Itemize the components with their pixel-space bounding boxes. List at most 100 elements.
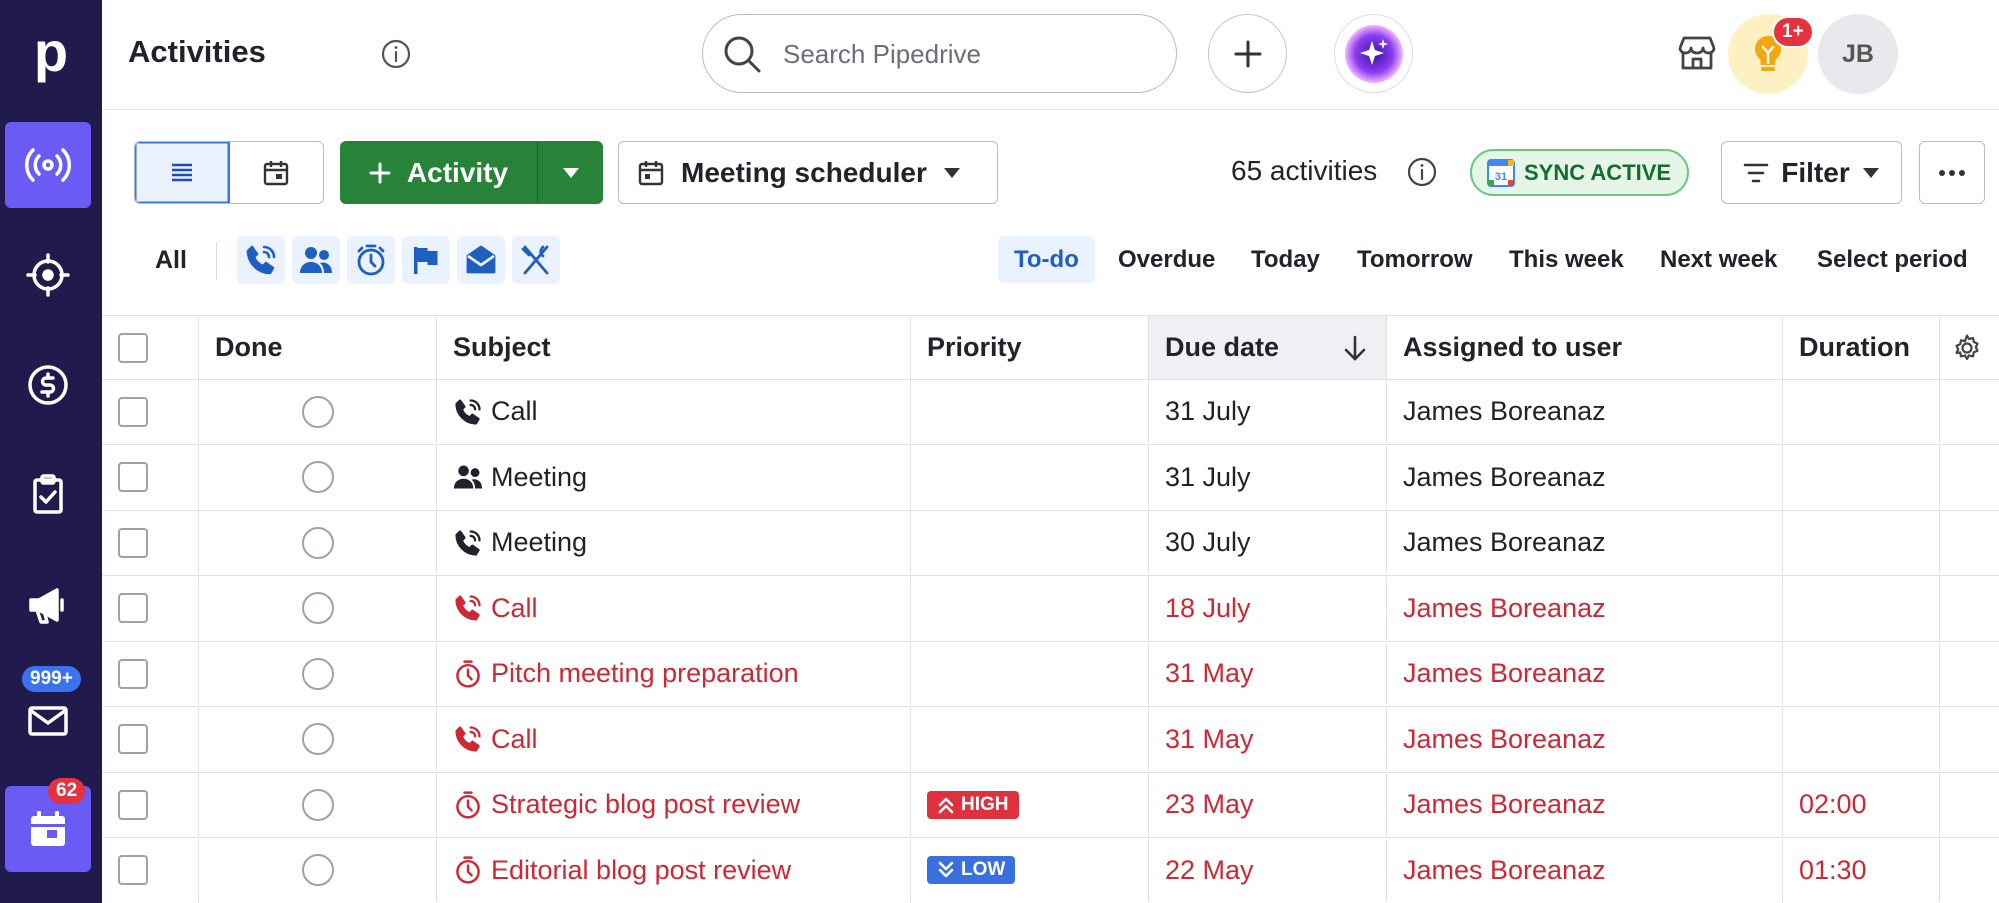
priority-cell — [911, 380, 1149, 443]
sidebar-item-campaigns[interactable] — [5, 562, 91, 648]
table-header: Done Subject Priority Due date Assigned … — [102, 315, 1999, 380]
sidebar-item-leads[interactable] — [5, 122, 91, 208]
type-filter-meeting[interactable] — [292, 236, 340, 284]
activities-badge: 62 — [48, 778, 86, 804]
row-select-cell — [102, 445, 199, 509]
table-row[interactable]: Meeting 30 July James Boreanaz — [102, 511, 1999, 576]
sync-status-badge[interactable]: 31 SYNC ACTIVE — [1470, 149, 1689, 196]
table-row[interactable]: Call 31 July James Boreanaz — [102, 380, 1999, 445]
column-settings[interactable] — [1940, 316, 1999, 379]
meeting-icon — [300, 247, 332, 273]
mark-done-toggle[interactable] — [301, 526, 334, 559]
done-cell — [199, 576, 437, 640]
search-input[interactable] — [783, 33, 1153, 75]
pipedrive-logo[interactable]: p — [26, 24, 76, 80]
period-filter-tomorrow[interactable]: Tomorrow — [1341, 236, 1489, 283]
empty-cell — [1940, 380, 1999, 443]
arrow-down-icon — [1344, 335, 1366, 361]
table-row[interactable]: Editorial blog post review LOW 22 May James… — [102, 838, 1999, 903]
mark-done-toggle[interactable] — [301, 461, 334, 493]
subject-link[interactable]: Meeting — [491, 527, 587, 558]
due-date-cell: 18 July — [1149, 576, 1387, 640]
row-checkbox[interactable] — [118, 658, 148, 689]
add-activity-button[interactable]: Activity — [340, 141, 538, 204]
subject-link[interactable]: Meeting — [491, 462, 587, 493]
period-filter-this-week[interactable]: This week — [1493, 236, 1640, 283]
select-all-checkbox[interactable] — [118, 332, 148, 363]
info-icon[interactable] — [380, 38, 412, 70]
row-checkbox[interactable] — [118, 855, 148, 885]
column-header-assigned-user[interactable]: Assigned to user — [1387, 316, 1783, 379]
mark-done-toggle[interactable] — [301, 657, 334, 690]
column-header-due-date[interactable]: Due date — [1149, 316, 1387, 379]
mark-done-toggle[interactable] — [301, 854, 334, 886]
column-header-priority[interactable]: Priority — [911, 316, 1149, 379]
subject-link[interactable]: Strategic blog post review — [491, 789, 800, 820]
row-checkbox[interactable] — [118, 724, 148, 754]
type-filter-task[interactable] — [347, 236, 395, 284]
search-box[interactable] — [702, 14, 1177, 93]
table-row[interactable]: Call 18 July James Boreanaz — [102, 576, 1999, 642]
row-checkbox[interactable] — [118, 593, 148, 623]
type-filter-all[interactable]: All — [155, 246, 187, 275]
call-icon — [455, 595, 481, 621]
type-filter-call[interactable] — [237, 236, 285, 284]
quick-add-button[interactable] — [1208, 14, 1287, 93]
dollar-icon — [28, 365, 68, 405]
column-header-subject[interactable]: Subject — [437, 316, 911, 379]
row-checkbox[interactable] — [118, 462, 148, 492]
column-header-duration[interactable]: Duration — [1783, 316, 1940, 379]
table-row[interactable]: Strategic blog post review HIGH 23 May Jame… — [102, 773, 1999, 838]
table-row[interactable]: Call 31 May James Boreanaz — [102, 707, 1999, 773]
sidebar-item-deals[interactable] — [5, 342, 91, 428]
subject-link[interactable]: Call — [491, 593, 538, 624]
page-title: Activities — [128, 34, 266, 69]
megaphone-icon — [29, 588, 64, 624]
row-checkbox[interactable] — [118, 789, 148, 820]
marketplace-icon[interactable] — [1674, 30, 1720, 76]
empty-cell — [1940, 511, 1999, 574]
sync-status-label: SYNC ACTIVE — [1524, 159, 1672, 185]
add-activity-group: Activity — [340, 141, 603, 204]
ai-assistant-button[interactable] — [1334, 14, 1413, 93]
user-avatar[interactable]: JB — [1818, 14, 1898, 94]
row-checkbox[interactable] — [118, 396, 148, 427]
period-filter-today[interactable]: Today — [1235, 236, 1336, 283]
due-date-cell: 31 May — [1149, 642, 1387, 705]
meeting-scheduler-button[interactable]: Meeting scheduler — [618, 141, 998, 204]
column-header-done[interactable]: Done — [199, 316, 437, 379]
sidebar-item-projects[interactable] — [5, 232, 91, 318]
period-filter-todo[interactable]: To-do — [998, 236, 1095, 283]
table-row[interactable]: Pitch meeting preparation 31 May James Bor… — [102, 642, 1999, 707]
filter-button[interactable]: Filter — [1721, 141, 1902, 204]
empty-cell — [1940, 773, 1999, 836]
more-actions-button[interactable] — [1919, 141, 1985, 204]
type-filter-deadline[interactable] — [402, 236, 450, 284]
mark-done-toggle[interactable] — [301, 788, 334, 821]
filter-label: Filter — [1781, 156, 1850, 188]
calendar-icon — [31, 811, 65, 846]
priority-label: HIGH — [961, 793, 1009, 815]
subject-link[interactable]: Call — [491, 724, 538, 755]
calendar-view-button[interactable] — [230, 142, 324, 203]
type-filter-lunch[interactable] — [512, 236, 560, 284]
sidebar-item-tasks[interactable] — [5, 452, 91, 538]
type-filter-email[interactable] — [457, 236, 505, 284]
subject-link[interactable]: Pitch meeting preparation — [491, 658, 799, 689]
subject-link[interactable]: Call — [491, 396, 538, 427]
table-row[interactable]: Meeting 31 July James Boreanaz — [102, 445, 1999, 511]
row-checkbox[interactable] — [118, 527, 148, 558]
period-filter-overdue[interactable]: Overdue — [1102, 236, 1231, 283]
add-activity-dropdown[interactable] — [538, 141, 603, 204]
subject-cell: Call — [437, 707, 911, 771]
period-filter-select-period[interactable]: Select period — [1801, 236, 1984, 283]
due-date-cell: 23 May — [1149, 773, 1387, 836]
task-icon — [456, 790, 480, 819]
mark-done-toggle[interactable] — [301, 723, 334, 755]
info-icon[interactable] — [1406, 156, 1438, 188]
subject-link[interactable]: Editorial blog post review — [491, 855, 791, 886]
list-view-button[interactable] — [135, 142, 230, 203]
mark-done-toggle[interactable] — [301, 395, 334, 428]
period-filter-next-week[interactable]: Next week — [1644, 236, 1793, 283]
mark-done-toggle[interactable] — [301, 592, 334, 624]
